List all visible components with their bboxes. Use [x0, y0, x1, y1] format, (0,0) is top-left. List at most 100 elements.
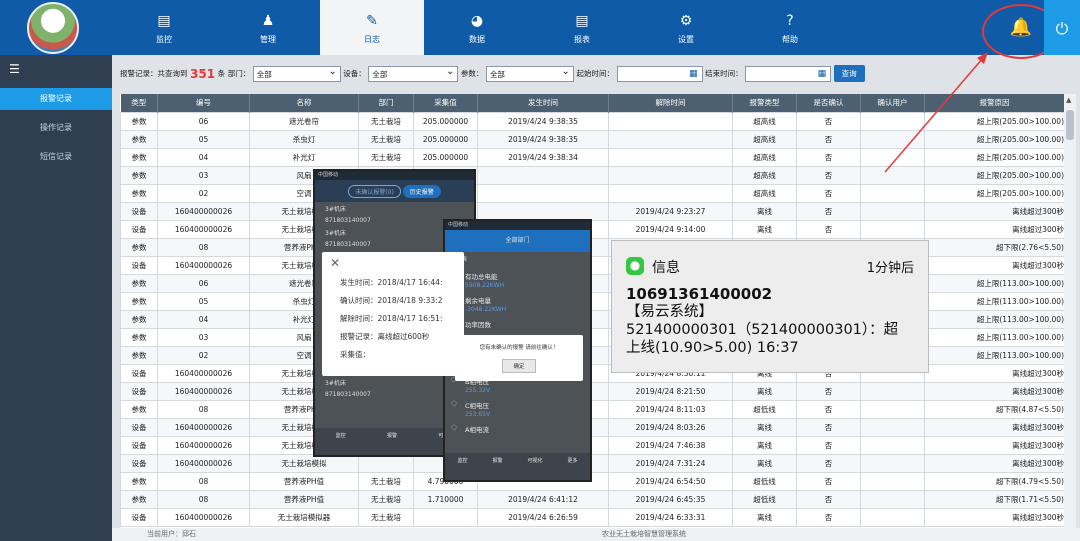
table-cell: 2019/4/24 9:38:34	[477, 147, 609, 167]
sms-line: 521400000301（521400000301）：超	[626, 322, 899, 338]
phone-status-bar: 中国移动	[445, 221, 590, 230]
table-cell: 2019/4/24 9:23:27	[608, 201, 733, 221]
table-row[interactable]: 设备 160400000026 无土栽培模拟 2019/4/24 8:21:50 离线否…	[120, 381, 1064, 401]
sms-app-name: 信息	[652, 260, 680, 276]
table-cell: 超上限(205.00>100.00)	[924, 111, 1064, 131]
table-cell: 参数	[120, 327, 158, 347]
table-cell: 2019/4/24 6:33:31	[608, 507, 733, 527]
column-header[interactable]: 发生时间	[477, 94, 609, 112]
nav-gear[interactable]: ⚙ 设置	[634, 0, 738, 55]
gear-icon: ⚙	[679, 13, 693, 29]
query-button[interactable]: 查询	[833, 65, 865, 82]
table-row[interactable]: 参数 03 风扇 超高线否超上限(205.00>100.00)	[120, 165, 1064, 185]
message-icon: ●	[626, 257, 644, 275]
table-cell: 1.710000	[413, 489, 478, 509]
tab-history[interactable]: 历史报警	[402, 185, 441, 198]
column-header[interactable]: 编号	[157, 94, 250, 112]
table-cell: 参数	[120, 309, 158, 329]
column-header[interactable]: 解除时间	[608, 94, 733, 112]
power-icon[interactable]: ⏻	[1044, 0, 1080, 55]
table-row[interactable]: 设备 160400000026 无土栽培模拟 2019/4/24 7:46:38 离线否…	[120, 435, 1064, 455]
table-cell	[477, 183, 609, 203]
phone-nav-alarm[interactable]: 报警	[387, 432, 397, 455]
nav-label: 帮助	[782, 35, 798, 44]
system-name: 农业无土栽培智慧管理系统	[602, 530, 686, 538]
table-row[interactable]: 参数 04 补光灯 无土栽培 205.000000 2019/4/24 9:38:34 超高…	[120, 147, 1064, 167]
phone-tabs: 未确认报警(0) 历史报警	[315, 180, 474, 202]
table-row[interactable]: 设备 160400000026 无土栽培模拟 2019/4/24 9:14:00 离线否…	[120, 219, 1064, 239]
table-scrollbar[interactable]	[1064, 94, 1076, 528]
column-header[interactable]: 采集值	[413, 94, 478, 112]
column-header[interactable]: 类型	[120, 94, 158, 112]
table-row[interactable]: 设备 160400000026 无土栽培模拟器 无土栽培 2019/4/24 6:26:…	[120, 507, 1064, 527]
phone-nav-more[interactable]: 更多	[567, 457, 577, 480]
nav-user-manage[interactable]: ♟ 管理	[216, 0, 320, 55]
device-select[interactable]: 全部	[368, 65, 459, 82]
table-cell: 2019/4/24 6:26:59	[477, 507, 609, 527]
table-cell: 超高线	[732, 165, 797, 185]
start-time-input[interactable]	[616, 65, 703, 82]
meter-item-value: -3048.22KWH	[465, 306, 507, 313]
meter-item-label: A相电流	[445, 418, 590, 435]
section-label: 电表	[445, 252, 590, 265]
table-row[interactable]: 参数 08 营养液PH值 无土栽培 1.710000 2019/4/24 6:41:12 2…	[120, 489, 1064, 509]
table-row[interactable]: 参数 02 空调 超高线否超上限(205.00>100.00)	[120, 183, 1064, 203]
table-cell: 否	[796, 111, 861, 131]
table-row[interactable]: 参数08营养液PH值无土栽培4.7900002019/4/24 6:54:50超…	[120, 471, 1064, 491]
phone-nav-visual[interactable]: 可视化	[527, 457, 542, 480]
sidebar-item[interactable]: 报警记录	[0, 88, 112, 110]
column-header[interactable]: 是否确认	[796, 94, 861, 112]
table-cell: 离线超过300秒	[924, 453, 1064, 473]
tab-unconfirmed[interactable]: 未确认报警(0)	[348, 185, 401, 198]
table-cell: 205.000000	[413, 129, 478, 149]
phone-nav-monitor[interactable]: 监控	[457, 457, 467, 480]
table-cell: 超低线	[732, 399, 797, 419]
phone-nav-alarm[interactable]: 报警	[492, 457, 502, 480]
phone-nav-monitor[interactable]: 监控	[336, 432, 346, 455]
table-cell: 08	[157, 471, 250, 491]
chart-icon: ▤	[157, 13, 171, 29]
menu-toggle-icon[interactable]: ☰	[9, 62, 20, 76]
footer: 当前用户：邱石 农业无土栽培智慧管理系统	[112, 528, 1080, 541]
log-icon: ✎	[366, 13, 378, 29]
table-cell: 营养液PH值	[249, 471, 359, 491]
table-cell: 设备	[120, 381, 158, 401]
column-header[interactable]: 部门	[358, 94, 414, 112]
release-time: 解除时间：2018/4/17 16:51:	[340, 314, 443, 323]
nav-help[interactable]: ? 帮助	[738, 0, 842, 55]
table-cell: 超下限(4.79<5.50)	[924, 471, 1064, 491]
table-row[interactable]: 参数 08 营养液PH值 2019/4/24 8:11:03 超低线否超下限(4.87<…	[120, 399, 1064, 419]
table-cell: 超高线	[732, 183, 797, 203]
table-row[interactable]: 设备 160400000026 无土栽培模拟 2019/4/24 8:03:26 离线否…	[120, 417, 1064, 437]
table-cell: 160400000026	[157, 381, 250, 401]
table-cell	[860, 435, 925, 455]
table-row[interactable]: 设备 160400000026 无土栽培模拟 2019/4/24 9:23:27 离线否…	[120, 201, 1064, 221]
nav-pie-chart[interactable]: ◕ 数据	[425, 0, 529, 55]
top-navigation-bar: ▤ 监控 ♟ 管理 ✎ 日志 ◕ 数据 ▤ 报表 ⚙ 设置? 帮助 🔔 ⏻	[0, 0, 1080, 59]
table-cell: 否	[796, 183, 861, 203]
table-cell	[860, 453, 925, 473]
column-header[interactable]: 报警原因	[924, 94, 1064, 112]
table-row[interactable]: 设备 160400000026 无土栽培模拟 2019/4/24 7:31:24 离线否…	[120, 453, 1064, 473]
phone-bottom-nav: 监控 报警 可视化 更多	[445, 453, 590, 480]
table-cell: 2019/4/24 6:41:12	[477, 489, 609, 509]
table-cell: 否	[796, 399, 861, 419]
end-time-input[interactable]	[745, 65, 832, 82]
close-icon[interactable]: ✕	[330, 256, 340, 270]
nav-chart[interactable]: ▤ 监控	[112, 0, 216, 55]
nav-log[interactable]: ✎ 日志	[320, 0, 424, 55]
column-header[interactable]: 报警类型	[732, 94, 797, 112]
param-select[interactable]: 全部	[485, 65, 574, 82]
sidebar-item[interactable]: 短信记录	[0, 146, 112, 168]
sidebar-item[interactable]: 操作记录	[0, 117, 112, 139]
table-row[interactable]: 参数 05 杀虫灯 无土栽培 205.000000 2019/4/24 9:38:35 超高…	[120, 129, 1064, 149]
dialog-ok-button[interactable]: 确定	[502, 359, 536, 373]
column-header[interactable]: 确认用户	[860, 94, 925, 112]
dept-select[interactable]: 全部	[252, 65, 341, 82]
table-cell: 超低线	[732, 471, 797, 491]
column-header[interactable]: 名称	[249, 94, 359, 112]
table-cell: 160400000026	[157, 453, 250, 473]
table-cell: 否	[796, 471, 861, 491]
table-row[interactable]: 参数 06 遮光卷帘 无土栽培 205.000000 2019/4/24 9:38:35 超…	[120, 111, 1064, 131]
nav-report[interactable]: ▤ 报表	[530, 0, 634, 55]
